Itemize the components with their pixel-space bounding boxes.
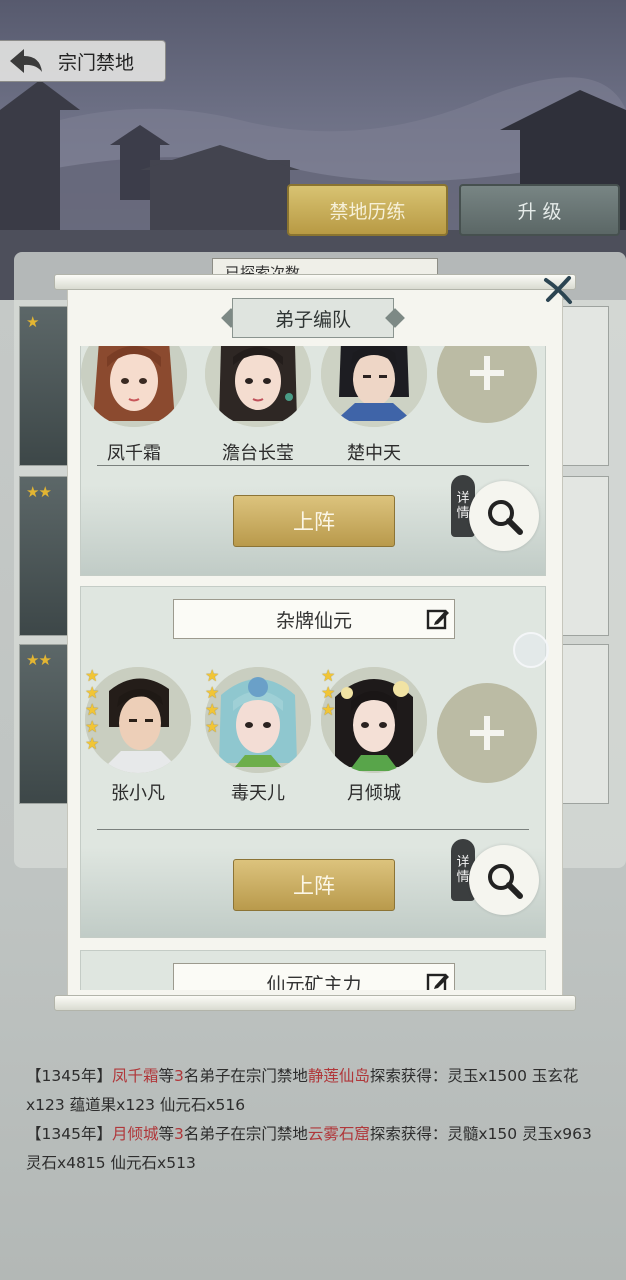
back-arrow-icon	[0, 40, 52, 82]
log-entry: 【1345年】凤千霜等3名弟子在宗门禁地静莲仙岛探索获得：灵玉x1500 玉玄花…	[26, 1067, 579, 1114]
star-icon: ★	[85, 700, 100, 719]
team-card: 凤千霜 澹台长莹 楚中天 上阵 详 情	[80, 346, 546, 576]
member-name: 毒天儿	[231, 783, 285, 804]
page-title: 宗门禁地	[58, 51, 135, 74]
member-name: 凤千霜	[107, 443, 161, 464]
tab-trial[interactable]: 禁地历练	[287, 184, 448, 236]
team-card: 仙元矿主力	[80, 950, 546, 990]
member-name: 澹台长莹	[222, 443, 294, 464]
team-name-field[interactable]: 仙元矿主力	[173, 963, 455, 990]
star-icon: ★	[205, 683, 220, 702]
member-name: 张小凡	[111, 783, 165, 804]
star-icon: ★	[321, 683, 336, 702]
dialog-title-wrap: 弟子编队	[221, 298, 405, 338]
team-name: 杂牌仙元	[275, 609, 352, 632]
deploy-button[interactable]: 上阵	[233, 859, 395, 911]
member-portrait	[205, 667, 311, 773]
star-icon: ★	[85, 683, 100, 702]
member-stars: ★ ★ ★ ★ ★	[85, 667, 99, 752]
team-list[interactable]: 凤千霜 澹台长莹 楚中天 上阵 详 情 杂牌仙元 ★ ★ ★ ★ ★ 张小凡 ★…	[80, 346, 548, 990]
member-stars: ★ ★ ★ ★	[205, 667, 219, 735]
edit-icon[interactable]	[426, 971, 450, 990]
star-icon: ★	[85, 734, 100, 753]
back-button[interactable]: 宗门禁地	[0, 40, 166, 82]
star-icon: ★	[205, 717, 220, 736]
star-icon: ★	[321, 666, 336, 685]
add-member-slot[interactable]	[437, 683, 537, 783]
team-name: 仙元矿主力	[266, 973, 362, 991]
star-icon: ★★	[26, 651, 52, 669]
star-icon: ★	[85, 717, 100, 736]
member-portrait	[205, 346, 311, 427]
member-portrait	[85, 667, 191, 773]
scroll-rod-bottom	[54, 995, 576, 1011]
scroll-rod-top	[54, 274, 576, 290]
star-icon: ★	[26, 313, 39, 331]
magnifier-icon	[488, 864, 523, 899]
log-entry: 【1345年】月倾城等3名弟子在宗门禁地云雾石窟探索获得：灵髓x150 灵玉x9…	[26, 1125, 592, 1172]
star-icon: ★★	[26, 483, 52, 501]
star-icon: ★	[321, 700, 336, 719]
dialog-title: 弟子编队	[232, 298, 394, 338]
member-portrait	[321, 346, 427, 427]
magnifier-icon	[488, 500, 523, 535]
edit-icon[interactable]	[426, 607, 450, 631]
add-member-slot[interactable]	[437, 346, 537, 423]
star-icon: ★	[205, 700, 220, 719]
plus-icon	[470, 716, 504, 750]
member-portrait	[81, 346, 187, 427]
detail-button[interactable]	[469, 481, 539, 551]
star-icon: ★	[205, 666, 220, 685]
detail-button[interactable]	[469, 845, 539, 915]
member-name: 楚中天	[347, 443, 401, 464]
close-icon	[544, 276, 572, 304]
floating-assist-button[interactable]	[513, 632, 549, 668]
star-icon: ★	[85, 666, 100, 685]
exploration-log: 【1345年】凤千霜等3名弟子在宗门禁地静莲仙岛探索获得：灵玉x1500 玉玄花…	[26, 1062, 606, 1178]
divider	[97, 829, 529, 830]
team-name-field[interactable]: 杂牌仙元	[173, 599, 455, 639]
close-button[interactable]	[540, 272, 576, 308]
deploy-button[interactable]: 上阵	[233, 495, 395, 547]
tab-upgrade[interactable]: 升 级	[459, 184, 620, 236]
divider	[97, 465, 529, 466]
team-card: 杂牌仙元 ★ ★ ★ ★ ★ 张小凡 ★ ★ ★ ★ 毒天儿 ★ ★ ★ 月倾城…	[80, 586, 546, 938]
member-portrait	[321, 667, 427, 773]
plus-icon	[470, 356, 504, 390]
member-name: 月倾城	[347, 783, 401, 804]
member-stars: ★ ★ ★	[321, 667, 335, 718]
